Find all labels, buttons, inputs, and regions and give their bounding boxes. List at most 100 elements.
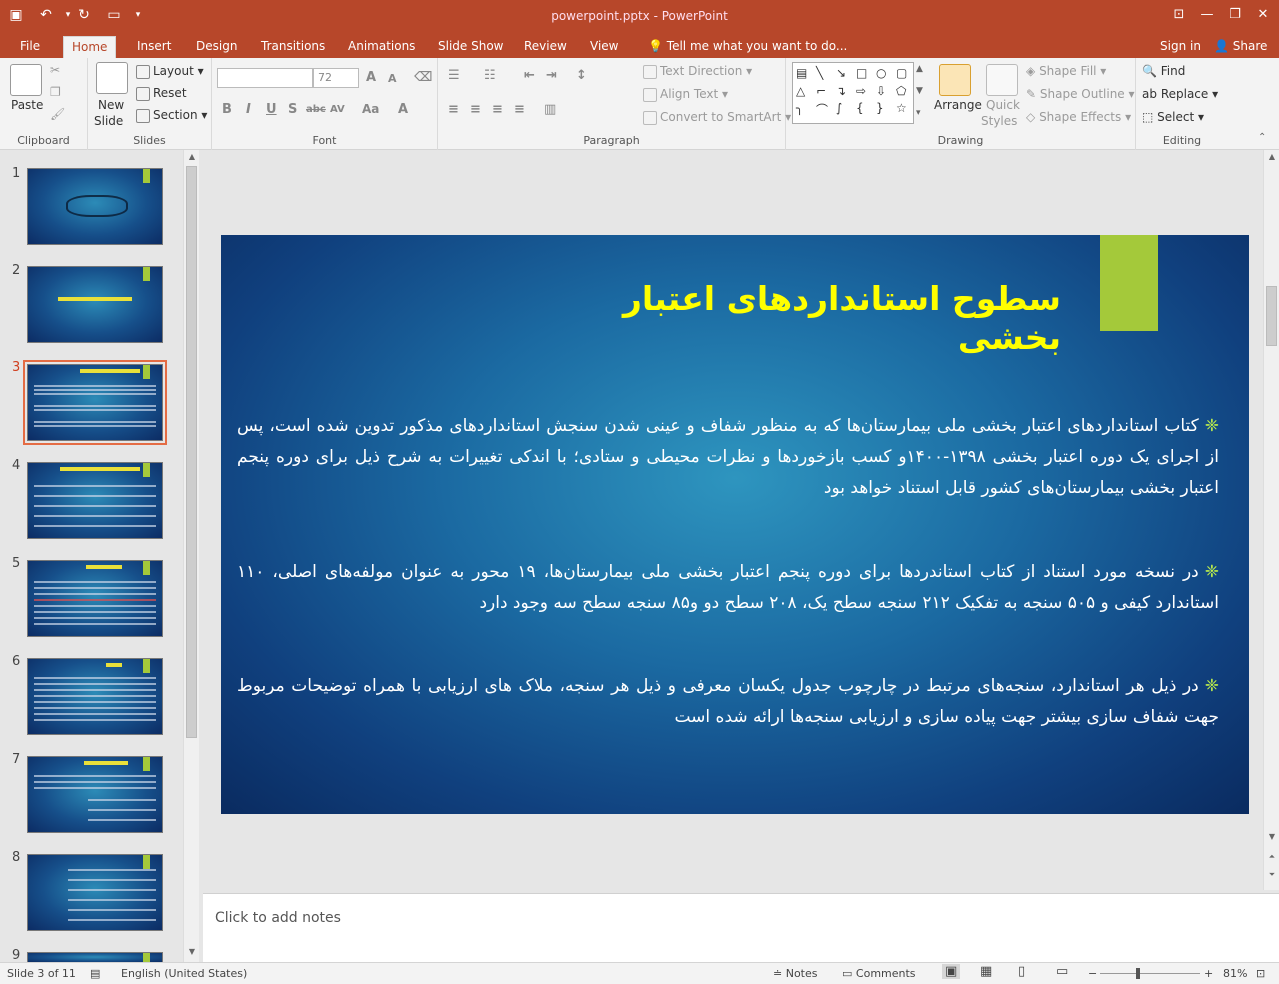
copy-icon[interactable]: ❐ [50,85,61,99]
slide-sorter-view-icon[interactable]: ▦ [980,964,992,979]
font-name-input[interactable] [217,68,313,88]
slide-thumbnail-4[interactable] [27,462,163,539]
freeform-shape-icon[interactable]: ⌒ [816,101,834,120]
comments-toggle[interactable]: ▭ Comments [842,967,916,980]
current-slide[interactable]: سطوح استانداردهای اعتبار بخشی ❈کتاب استا… [221,235,1249,814]
cut-icon[interactable]: ✂ [50,63,60,77]
replace-button[interactable]: ab Replace ▾ [1142,87,1218,101]
elbow-connector-icon[interactable]: ⌐ [816,84,834,100]
tab-design[interactable]: Design [188,36,245,58]
zoom-in-icon[interactable]: + [1204,967,1213,980]
reading-view-icon[interactable]: ▯ [1018,964,1025,979]
slide-thumbnail-3[interactable] [23,360,167,445]
clear-formatting-icon[interactable]: ⌫ [414,70,432,85]
section-button[interactable]: Section ▾ [136,108,207,123]
justify-icon[interactable]: ≡ [514,102,525,117]
align-right-icon[interactable]: ≡ [492,102,503,117]
share-button[interactable]: 👤 Share [1206,36,1275,58]
thumbnail-scrollbar[interactable]: ▲ ▼ [183,150,199,962]
oval-shape-icon[interactable]: ○ [876,66,894,82]
slide-paragraph-2[interactable]: ❈در نسخه مورد استناد از کتاب استاندردها … [237,557,1219,619]
sign-in-link[interactable]: Sign in [1152,36,1209,58]
shape-effects-button[interactable]: ◇ Shape Effects ▾ [1026,110,1131,124]
shapes-scroll-up-icon[interactable]: ▲ [916,64,923,74]
next-slide-icon[interactable]: ⏷ [1266,870,1278,882]
tab-view[interactable]: View [582,36,626,58]
underline-button[interactable]: U [266,102,277,117]
align-center-icon[interactable]: ≡ [470,102,481,117]
rounded-rect-shape-icon[interactable]: ▢ [896,66,914,82]
slide-paragraph-3[interactable]: ❈در ذیل هر استاندارد، سنجه‌های مرتبط در … [237,671,1219,733]
curve-shape-icon[interactable]: ╮ [796,101,814,120]
select-button[interactable]: ⬚ Select ▾ [1142,110,1204,124]
reset-button[interactable]: Reset [136,86,187,101]
shape-outline-button[interactable]: ✎ Shape Outline ▾ [1026,87,1135,101]
numbering-icon[interactable]: ☷ [484,68,496,83]
scribble-shape-icon[interactable]: ∫ [836,101,854,120]
new-slide-dropdown[interactable]: Slide [94,114,123,128]
slide-thumbnail-5[interactable] [27,560,163,637]
shrink-font-button[interactable]: A [388,72,397,85]
arrow-shape-icon[interactable]: ↘ [836,66,854,82]
tab-animations[interactable]: Animations [340,36,423,58]
tab-slide-show[interactable]: Slide Show [430,36,511,58]
scroll-up-icon[interactable]: ▲ [186,152,198,164]
notes-pane[interactable]: Click to add notes [203,893,1279,962]
right-brace-shape-icon[interactable]: } [876,101,894,120]
slide-thumbnail-1[interactable] [27,168,163,245]
canvas-scroll-down-icon[interactable]: ▼ [1266,832,1278,844]
zoom-slider-handle[interactable] [1136,968,1140,979]
tab-insert[interactable]: Insert [129,36,179,58]
normal-view-icon[interactable]: ▣ [942,964,961,979]
new-slide-button[interactable]: New [98,98,124,112]
find-button[interactable]: 🔍 Find [1142,64,1185,78]
arrange-button[interactable]: Arrange [934,98,982,112]
zoom-level[interactable]: 81% [1223,967,1247,980]
bullets-icon[interactable]: ☰ [448,68,460,83]
slide-thumbnail-6[interactable] [27,658,163,735]
canvas-scroll-thumb[interactable] [1266,286,1277,346]
increase-indent-icon[interactable]: ⇥ [546,68,557,83]
fit-to-window-icon[interactable]: ⊡ [1256,967,1265,980]
text-direction-button[interactable]: Text Direction ▾ [643,64,752,79]
tab-transitions[interactable]: Transitions [253,36,333,58]
format-painter-icon[interactable]: 🖌 [50,107,65,121]
decrease-indent-icon[interactable]: ⇤ [524,68,535,83]
slide-thumbnail-9[interactable] [27,952,163,967]
line-spacing-icon[interactable]: ↕ [576,68,587,83]
previous-slide-icon[interactable]: ⏶ [1266,852,1278,864]
slide-thumbnail-8[interactable] [27,854,163,931]
shadow-button[interactable]: S [288,102,297,117]
canvas-scrollbar[interactable]: ▲ ▼ ⏶ ⏷ [1263,150,1279,890]
spelling-check-icon[interactable]: ▤ [90,967,100,980]
left-brace-shape-icon[interactable]: { [856,101,874,120]
canvas-scroll-up-icon[interactable]: ▲ [1266,152,1278,164]
shapes-gallery[interactable]: ▤ ╲ ↘ □ ○ ▢ △ ⌐ ↴ ⇨ ⇩ ⬠ ╮ ⌒ ∫{} ☆ [792,62,914,124]
pentagon-shape-icon[interactable]: ⬠ [896,84,914,100]
tab-file[interactable]: File [12,36,48,58]
zoom-out-icon[interactable]: − [1088,967,1097,980]
minimize-icon[interactable]: — [1192,4,1222,24]
tab-review[interactable]: Review [516,36,575,58]
columns-icon[interactable]: ▥ [544,102,556,117]
grow-font-button[interactable]: A [366,70,376,85]
font-color-icon[interactable]: A [398,102,408,117]
thumbnail-scroll-thumb[interactable] [186,166,197,738]
tab-home[interactable]: Home [63,36,117,58]
bold-button[interactable]: B [222,102,232,117]
slide-paragraph-1[interactable]: ❈کتاب استانداردهای اعتبار بخشی ملی بیمار… [237,411,1219,504]
slide-thumbnail-2[interactable] [27,266,163,343]
shape-fill-button[interactable]: ◈ Shape Fill ▾ [1026,64,1106,78]
tell-me-search[interactable]: 💡 Tell me what you want to do... [640,36,855,58]
shapes-scroll-down-icon[interactable]: ▼ [916,86,923,96]
textbox-shape-icon[interactable]: ▤ [796,66,814,82]
line-shape-icon[interactable]: ╲ [816,66,834,82]
notes-toggle[interactable]: ≐ Notes [773,967,818,980]
quick-styles-button[interactable]: Quick [986,98,1020,112]
ribbon-display-icon[interactable]: ⊡ [1164,4,1194,24]
change-case-button[interactable]: Aa [362,102,379,116]
slideshow-view-icon[interactable]: ▭ [1056,964,1068,979]
right-arrow-shape-icon[interactable]: ⇨ [856,84,874,100]
font-size-input[interactable]: 72 [313,68,359,88]
slide-title[interactable]: سطوح استانداردهای اعتبار بخشی [521,279,1061,357]
